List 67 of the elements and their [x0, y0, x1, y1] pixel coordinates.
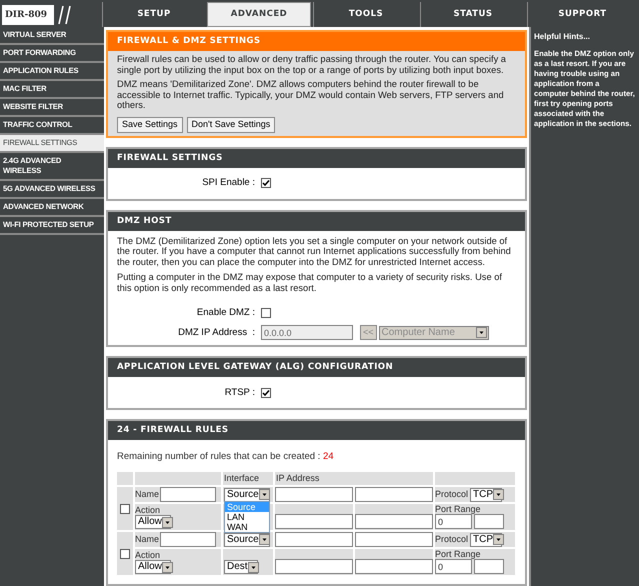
action-dropdown[interactable]: Allow — [135, 560, 171, 574]
field-label: Name — [135, 532, 160, 546]
caret-icon — [493, 534, 504, 545]
slash-logo-icon — [58, 4, 74, 24]
paragraph: DMZ means 'Demilitarized Zone'. DMZ allows computers behind the router firewall to be accessible to Internet traffic. Typically, your DMZ would contain Web servers, FTP servers and others. — [117, 79, 505, 110]
checkbox[interactable] — [261, 388, 271, 398]
caret-icon — [476, 327, 487, 338]
ip-field[interactable] — [275, 487, 353, 502]
port-field[interactable]: 0 — [435, 559, 472, 574]
paragraph: Putting a computer in the DMZ may expose that computer to a variety of security risks. Use of this option is only recommended as a last resort. — [117, 272, 503, 293]
field-label: RTSP : — [224, 386, 255, 400]
caret-icon — [162, 562, 173, 572]
field-label: Port Range — [435, 549, 482, 559]
action-button[interactable]: Don't Save Settings — [186, 116, 276, 132]
ip-field[interactable] — [355, 559, 433, 574]
protocol-dropdown[interactable]: TCP — [470, 488, 502, 502]
field-label: Protocol — [435, 488, 468, 501]
ip-field[interactable] — [355, 487, 433, 502]
ip-field[interactable] — [275, 559, 353, 574]
section-title: DMZ HOST — [108, 212, 525, 230]
field-label: Protocol — [435, 532, 468, 546]
section-title: FIREWALL & DMZ SETTINGS — [108, 32, 525, 51]
checkbox[interactable] — [120, 504, 130, 514]
section-title: 24 - FIREWALL RULES — [108, 421, 525, 440]
remaining-rules-text: Remaining number of rules that can be created : 24 — [117, 450, 335, 464]
hints-title: Helpful Hints... — [534, 31, 591, 43]
column-header: Interface — [223, 472, 260, 482]
port-field[interactable]: 0 — [435, 514, 472, 529]
checkbox[interactable] — [261, 308, 271, 318]
ip-field[interactable] — [275, 514, 353, 529]
field-label: Action — [135, 550, 162, 560]
ip-field[interactable] — [355, 514, 433, 529]
protocol-dropdown[interactable]: TCP — [470, 532, 502, 546]
section-title: FIREWALL SETTINGS — [108, 148, 525, 168]
checkbox[interactable] — [120, 548, 130, 558]
paragraph: Firewall rules can be used to allow or deny traffic passing through the router. You can specify a single port by utilizing the input box on the top or a range of ports by utilizing both input boxes. — [117, 54, 507, 75]
source-dropdown[interactable]: Source — [224, 488, 270, 502]
action-dropdown[interactable]: Allow — [135, 515, 171, 529]
field-label: SPI Enable : — [201, 176, 255, 190]
table-cell — [117, 472, 133, 484]
action-button[interactable]: Save Settings — [117, 116, 183, 132]
caret-icon — [248, 562, 259, 572]
ip-field[interactable] — [355, 532, 433, 547]
nav-tab[interactable]: ADVANCED — [207, 2, 311, 27]
name-field[interactable] — [160, 487, 216, 502]
caret-icon — [258, 534, 270, 545]
dropdown-option[interactable]: WAN — [225, 522, 269, 532]
port-field[interactable] — [474, 559, 504, 574]
section-title: APPLICATION LEVEL GATEWAY (ALG) CONFIGURATION — [108, 358, 525, 378]
field-label: DMZ IP Address : — [177, 326, 255, 340]
paragraph: The DMZ (Demilitarized Zone) option lets you set a single computer on your network outside of the router. If you have a computer that cannot run Internet applications successfully from behind the router, then you can place the computer into the DMZ for unrestricted Internet access. — [117, 236, 512, 267]
dest-dropdown[interactable]: Dest — [224, 560, 258, 574]
checkbox[interactable] — [261, 178, 271, 188]
ip-field[interactable] — [275, 532, 353, 547]
caret-icon — [493, 489, 504, 500]
caret-icon — [258, 489, 270, 500]
caret-icon — [162, 516, 173, 528]
field-label: Action — [135, 505, 162, 515]
field-label: Enable DMZ : — [196, 306, 255, 320]
model-name: DIR-809 — [2, 4, 54, 24]
name-field[interactable] — [160, 532, 216, 547]
source-dropdown[interactable]: Source — [224, 532, 270, 546]
port-field[interactable] — [474, 514, 504, 529]
field-label: Name — [135, 488, 160, 501]
column-header: IP Address — [275, 472, 320, 482]
field-label: Port Range — [435, 504, 482, 514]
dropdown-option[interactable]: LAN — [225, 512, 269, 522]
